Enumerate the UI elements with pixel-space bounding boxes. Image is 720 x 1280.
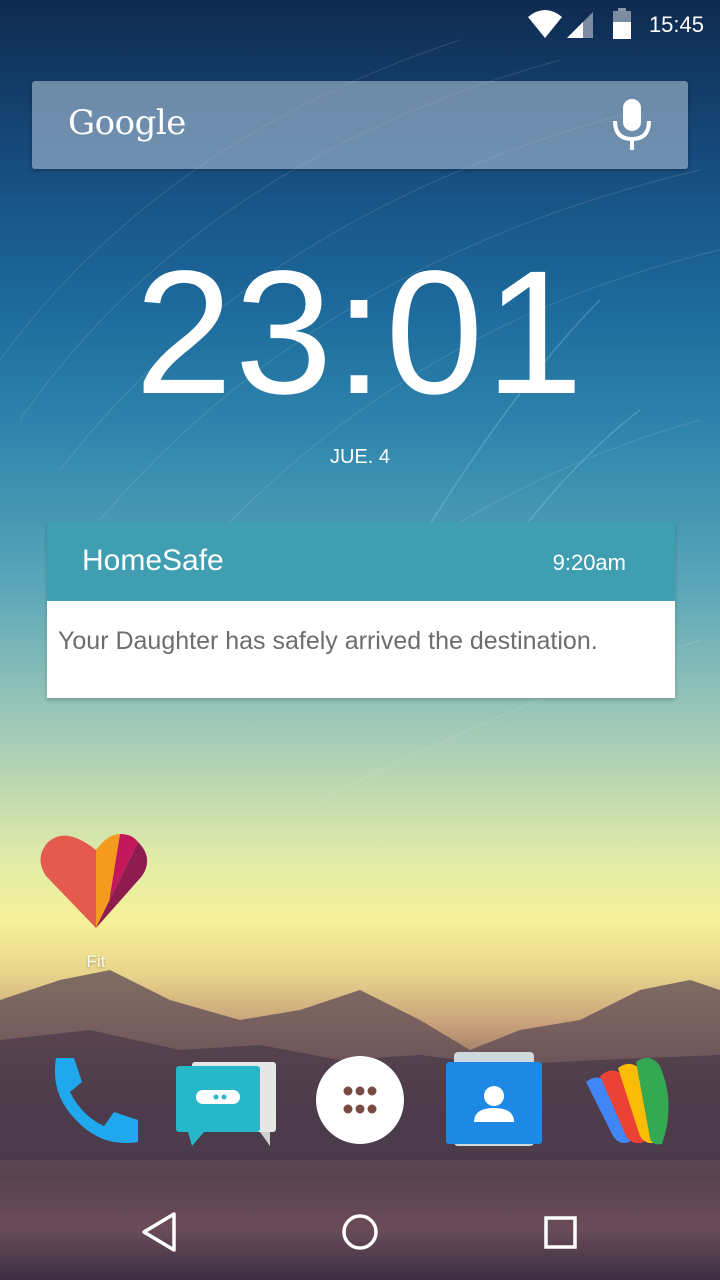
nav-back-button[interactable] xyxy=(130,1200,190,1260)
mic-icon[interactable] xyxy=(612,99,652,151)
home-icon xyxy=(342,1214,378,1250)
dock-contacts[interactable] xyxy=(444,1050,544,1150)
phone-icon xyxy=(54,1058,138,1144)
homesafe-notification-card[interactable]: HomeSafe 9:20am Your Daughter has safely… xyxy=(47,522,675,698)
dock-messenger[interactable] xyxy=(174,1050,276,1150)
cell-signal-icon xyxy=(567,12,593,38)
recents-icon xyxy=(544,1216,577,1249)
card-app-name: HomeSafe xyxy=(82,544,224,577)
status-time: 15:45 xyxy=(648,12,704,37)
card-message: Your Daughter has safely arrived the des… xyxy=(58,627,598,655)
back-icon xyxy=(142,1212,176,1252)
google-fit-heart-icon xyxy=(40,834,148,928)
card-time: 9:20am xyxy=(552,550,626,575)
nav-recents-button[interactable] xyxy=(530,1200,590,1260)
nav-home-button[interactable] xyxy=(330,1200,390,1260)
google-wallet-icon xyxy=(586,1057,669,1145)
clock-date: JUE. 4 xyxy=(329,446,391,468)
app-fit[interactable]: Fit xyxy=(38,828,154,978)
google-search-bar[interactable]: Google xyxy=(32,81,688,169)
battery-icon xyxy=(613,8,631,39)
dock-google-wallet[interactable] xyxy=(578,1050,678,1150)
clock-time[interactable]: 23:01 xyxy=(0,232,720,434)
messenger-icon xyxy=(176,1062,276,1146)
app-label: Fit xyxy=(86,952,106,971)
status-bar: 15:45 xyxy=(0,0,720,50)
card-header: HomeSafe 9:20am xyxy=(47,522,675,601)
dock-app-drawer[interactable] xyxy=(310,1050,410,1150)
contacts-icon xyxy=(446,1052,542,1146)
wifi-icon xyxy=(528,10,562,38)
app-drawer-icon xyxy=(316,1056,404,1144)
dock-phone[interactable] xyxy=(42,1050,142,1150)
google-logo: Google xyxy=(68,103,186,143)
card-body: Your Daughter has safely arrived the des… xyxy=(47,601,675,698)
home-screen: 15:45 Google 23:01 JUE. 4 HomeSafe 9:20a… xyxy=(0,0,720,1280)
